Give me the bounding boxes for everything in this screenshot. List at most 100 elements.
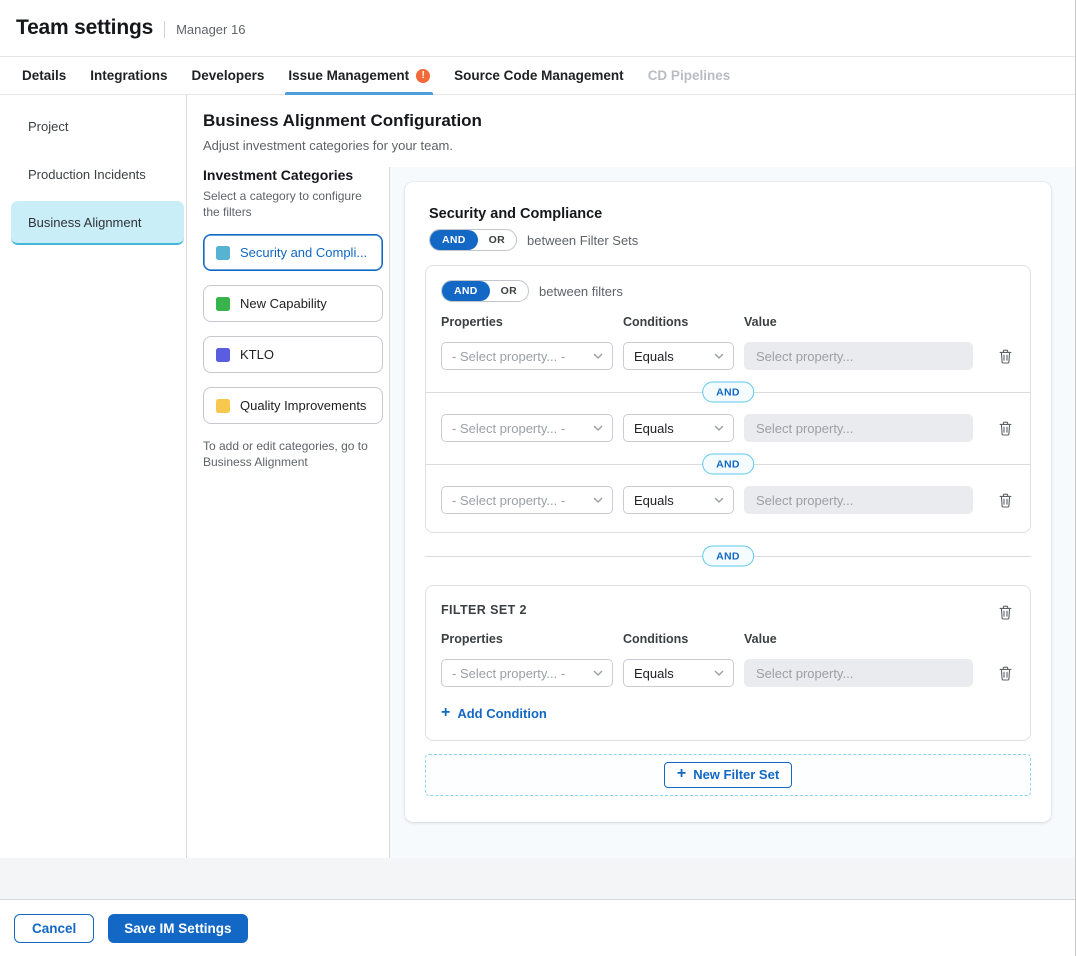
filter-sets-and-or-toggle[interactable]: AND OR (429, 229, 517, 251)
column-header-conditions: Conditions (623, 632, 734, 646)
value-input[interactable] (744, 486, 973, 514)
category-color-swatch (216, 348, 230, 362)
value-input[interactable] (744, 414, 973, 442)
condition-select[interactable]: Equals (623, 414, 734, 442)
trash-icon (999, 605, 1012, 620)
alert-icon: ! (416, 69, 430, 83)
delete-filter-button[interactable] (996, 491, 1015, 510)
chevron-down-icon (714, 353, 724, 359)
filter-row: - Select property... - Equals (441, 342, 1015, 370)
action-footer: Cancel Save IM Settings (0, 899, 1075, 956)
and-connector-pill: AND (702, 546, 754, 567)
and-connector-pill: AND (702, 382, 754, 403)
column-header-properties: Properties (441, 315, 613, 329)
chevron-down-icon (714, 670, 724, 676)
toggle-and-option[interactable]: AND (442, 281, 490, 301)
investment-categories-panel: Investment Categories Select a category … (187, 167, 390, 858)
tab-source-code-management[interactable]: Source Code Management (442, 57, 636, 94)
delete-filter-button[interactable] (996, 419, 1015, 438)
category-color-swatch (216, 297, 230, 311)
filter-connector: AND (426, 453, 1030, 475)
settings-body: Project Production Incidents Business Al… (0, 95, 1075, 858)
trash-icon (999, 421, 1012, 436)
section-header: Business Alignment Configuration Adjust … (187, 95, 1075, 153)
tab-issue-management[interactable]: Issue Management ! (276, 57, 442, 94)
filter-row: - Select property... - Equals (441, 659, 1015, 687)
filters-and-or-toggle[interactable]: AND OR (441, 280, 529, 302)
tab-integrations[interactable]: Integrations (78, 57, 179, 94)
save-im-settings-button[interactable]: Save IM Settings (108, 914, 247, 943)
filter-configuration-area: Security and Compliance AND OR between F… (390, 167, 1075, 858)
column-header-value: Value (744, 315, 973, 329)
tab-cd-pipelines: CD Pipelines (636, 57, 743, 94)
section-title: Business Alignment Configuration (203, 111, 1059, 131)
value-input[interactable] (744, 342, 973, 370)
chevron-down-icon (593, 670, 603, 676)
sidenav-item-production-incidents[interactable]: Production Incidents (0, 151, 186, 199)
property-select[interactable]: - Select property... - (441, 414, 613, 442)
chevron-down-icon (593, 425, 603, 431)
manager-context-label: Manager 16 (176, 22, 245, 37)
and-connector-pill: AND (702, 454, 754, 475)
add-condition-button[interactable]: + Add Condition (441, 706, 547, 721)
new-filter-set-button[interactable]: + New Filter Set (664, 762, 792, 788)
delete-filter-button[interactable] (996, 347, 1015, 366)
category-button-quality-improvements[interactable]: Quality Improvements (203, 387, 383, 424)
chevron-down-icon (714, 497, 724, 503)
investment-categories-title: Investment Categories (203, 167, 381, 183)
issue-management-sidenav: Project Production Incidents Business Al… (0, 95, 187, 858)
condition-select[interactable]: Equals (623, 342, 734, 370)
trash-icon (999, 349, 1012, 364)
categories-help-text: To add or edit categories, go to Busines… (203, 438, 381, 470)
footer-spacer (0, 858, 1075, 899)
chevron-down-icon (593, 353, 603, 359)
settings-tabbar: Details Integrations Developers Issue Ma… (0, 57, 1075, 95)
toggle-or-option[interactable]: OR (478, 230, 516, 250)
page-title: Team settings (16, 16, 153, 40)
new-filter-set-dropzone: + New Filter Set (425, 754, 1031, 796)
chevron-down-icon (714, 425, 724, 431)
sidenav-item-business-alignment[interactable]: Business Alignment (11, 201, 184, 245)
section-subtitle: Adjust investment categories for your te… (203, 138, 1059, 153)
category-button-security-and-compliance[interactable]: Security and Compli... (203, 234, 383, 271)
column-header-properties: Properties (441, 632, 613, 646)
toggle-and-option[interactable]: AND (430, 230, 478, 250)
value-input[interactable] (744, 659, 973, 687)
title-divider (164, 21, 165, 38)
team-settings-window: Team settings Manager 16 Details Integra… (0, 0, 1076, 956)
property-select[interactable]: - Select property... - (441, 659, 613, 687)
trash-icon (999, 666, 1012, 681)
filter-set-1: AND OR between filters Properties Condit… (425, 265, 1031, 533)
tab-details[interactable]: Details (10, 57, 78, 94)
plus-icon: + (441, 705, 450, 721)
delete-filter-button[interactable] (996, 664, 1015, 683)
filter-sets-toggle-label: between Filter Sets (527, 233, 638, 248)
filters-toggle-label: between filters (539, 284, 623, 299)
condition-select[interactable]: Equals (623, 486, 734, 514)
selected-category-title: Security and Compliance (429, 206, 1031, 222)
category-color-swatch (216, 399, 230, 413)
filter-set-connector: AND (425, 545, 1031, 567)
sidenav-item-project[interactable]: Project (0, 103, 186, 151)
condition-select[interactable]: Equals (623, 659, 734, 687)
property-select[interactable]: - Select property... - (441, 342, 613, 370)
chevron-down-icon (593, 497, 603, 503)
plus-icon: + (677, 766, 686, 782)
cancel-button[interactable]: Cancel (14, 914, 94, 943)
toggle-or-option[interactable]: OR (490, 281, 528, 301)
property-select[interactable]: - Select property... - (441, 486, 613, 514)
filter-row: - Select property... - Equals (441, 414, 1015, 442)
trash-icon (999, 493, 1012, 508)
filter-configuration-card: Security and Compliance AND OR between F… (405, 182, 1051, 822)
category-button-ktlo[interactable]: KTLO (203, 336, 383, 373)
business-alignment-content: Business Alignment Configuration Adjust … (187, 95, 1075, 858)
category-button-new-capability[interactable]: New Capability (203, 285, 383, 322)
delete-filter-set-button[interactable] (996, 603, 1015, 622)
filter-row: - Select property... - Equals (441, 486, 1015, 514)
column-header-conditions: Conditions (623, 315, 734, 329)
investment-categories-subtitle: Select a category to configure the filte… (203, 188, 381, 220)
filter-set-2-title: FILTER SET 2 (441, 603, 527, 617)
page-header: Team settings Manager 16 (0, 0, 1075, 57)
tab-developers[interactable]: Developers (180, 57, 277, 94)
category-color-swatch (216, 246, 230, 260)
